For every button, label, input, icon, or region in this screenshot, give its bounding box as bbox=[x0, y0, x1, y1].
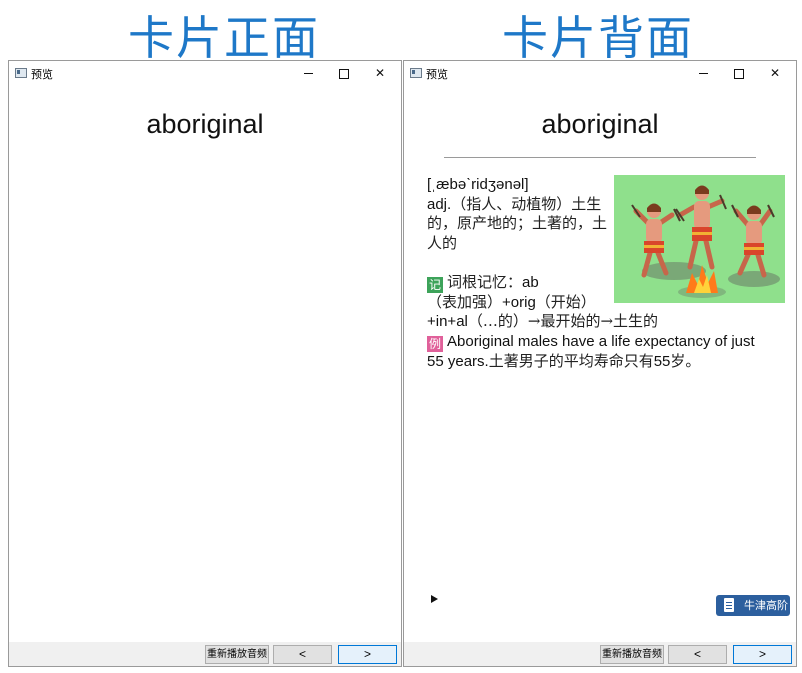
definition-text: （指人、动植物）土生的，原产地的；土著的，土人的 bbox=[427, 194, 608, 252]
mnemonic-badge: 记 bbox=[427, 276, 443, 293]
close-button[interactable]: ✕ bbox=[758, 61, 792, 85]
divider bbox=[444, 157, 756, 158]
example-chinese-2: 岁。 bbox=[670, 351, 701, 370]
example-chinese-number: 55 bbox=[653, 352, 671, 370]
maximize-icon bbox=[734, 68, 744, 79]
maximize-button[interactable] bbox=[722, 61, 756, 85]
dictionary-label: 牛津高阶 bbox=[744, 599, 788, 612]
close-icon: ✕ bbox=[374, 66, 386, 80]
mnemonic-part-3: +orig bbox=[502, 293, 536, 311]
mnemonic-part-5: +in+al bbox=[427, 313, 468, 330]
mnemonic-part-1: ab bbox=[522, 273, 539, 291]
card-word: aboriginal bbox=[146, 109, 264, 139]
clipboard-icon bbox=[724, 598, 734, 612]
window-title: 预览 bbox=[426, 68, 448, 81]
mnemonic-part-6: （…的）→最开始的→土生的 bbox=[467, 312, 659, 330]
replay-audio-button[interactable]: 重新播放音频 bbox=[205, 645, 269, 664]
footer-bar: 重新播放音频 < > bbox=[404, 642, 796, 666]
replay-audio-button[interactable]: 重新播放音频 bbox=[600, 645, 664, 664]
title-bar: 预览 ✕ bbox=[404, 61, 796, 85]
prev-card-button[interactable]: < bbox=[668, 645, 727, 664]
back-heading: 卡片背面 bbox=[502, 11, 694, 65]
prev-card-button[interactable]: < bbox=[273, 645, 332, 664]
close-icon: ✕ bbox=[769, 66, 781, 80]
footer-bar: 重新播放音频 < > bbox=[9, 642, 401, 666]
card-word: aboriginal bbox=[541, 109, 659, 139]
front-preview-window: 预览 ✕ aboriginal 重新播放音频 < > bbox=[8, 60, 402, 667]
minimize-button[interactable] bbox=[291, 61, 325, 85]
app-window-icon bbox=[15, 68, 27, 78]
next-card-button[interactable]: > bbox=[733, 645, 792, 664]
card-back-content: [ˌæbəˋridʒənəl] adj.（指人、动植物）土生的，原产地的；土著的… bbox=[427, 175, 785, 372]
maximize-icon bbox=[339, 68, 349, 79]
window-title: 预览 bbox=[31, 68, 53, 81]
example-chinese-1: 土著男子的平均寿命只有 bbox=[488, 351, 654, 370]
mnemonic-part-2: （表加强） bbox=[427, 292, 503, 311]
mnemonic-label: 词根记忆： bbox=[447, 272, 523, 291]
front-heading: 卡片正面 bbox=[128, 11, 320, 65]
play-audio-icon[interactable] bbox=[431, 595, 438, 603]
part-of-speech: adj. bbox=[427, 195, 452, 213]
title-bar: 预览 ✕ bbox=[9, 61, 401, 85]
app-window-icon bbox=[410, 68, 422, 78]
example-badge: 例 bbox=[427, 335, 443, 352]
dictionary-source-button[interactable]: 牛津高阶 bbox=[716, 595, 790, 616]
mnemonic-part-4: （开始） bbox=[535, 292, 596, 311]
next-card-button[interactable]: > bbox=[338, 645, 397, 664]
minimize-icon bbox=[303, 73, 313, 74]
minimize-icon bbox=[698, 73, 708, 74]
back-preview-window: 预览 ✕ aboriginal [ˌæbəˋridʒənəl] adj.（指人、… bbox=[403, 60, 797, 667]
example: 例 Aboriginal males have a life expectancy… bbox=[427, 332, 767, 372]
minimize-button[interactable] bbox=[686, 61, 720, 85]
close-button[interactable]: ✕ bbox=[363, 61, 397, 85]
dancing-aborigines-illustration bbox=[614, 175, 785, 303]
maximize-button[interactable] bbox=[327, 61, 361, 85]
